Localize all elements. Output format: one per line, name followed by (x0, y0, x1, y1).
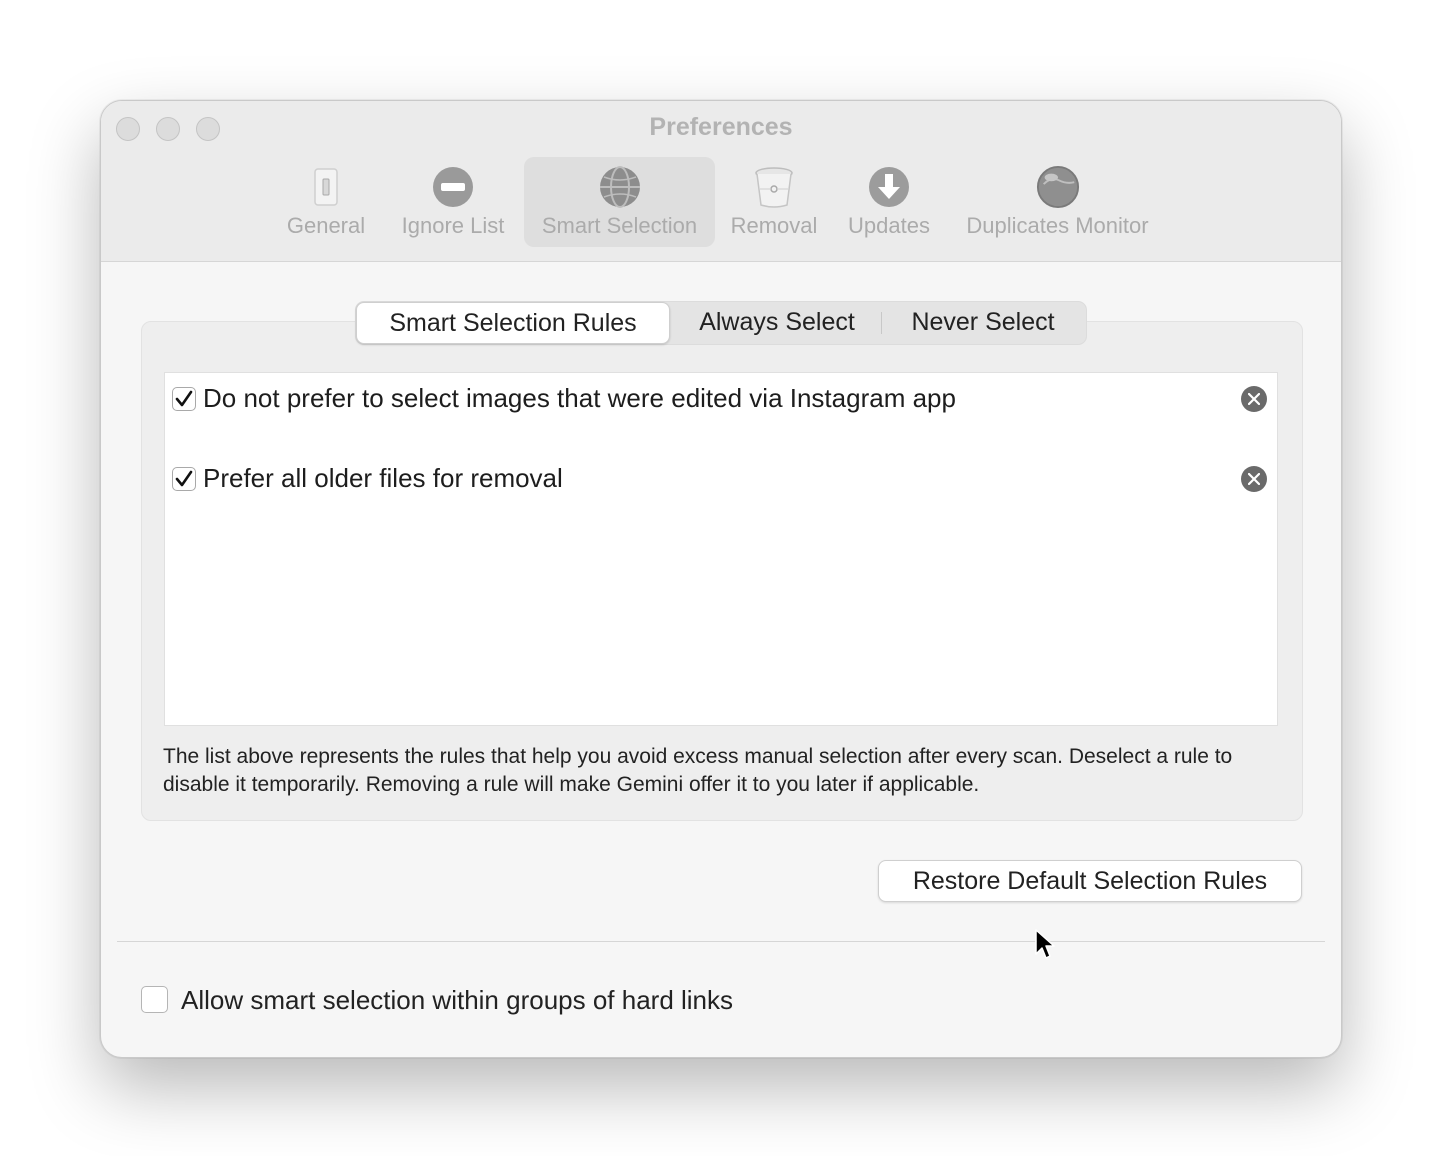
globe-icon (598, 165, 642, 209)
window-title: Preferences (649, 113, 793, 141)
toolbar-item-general[interactable]: General (281, 157, 371, 247)
restore-default-rules-button[interactable]: Restore Default Selection Rules (878, 860, 1302, 902)
mouse-pointer-icon (1034, 928, 1056, 967)
rule-text: Do not prefer to select images that were… (203, 383, 956, 413)
toolbar-label-duplicates-monitor: Duplicates Monitor (966, 213, 1149, 238)
toolbar-item-duplicates-monitor[interactable]: Duplicates Monitor (955, 157, 1160, 247)
preferences-window: Preferences General Ignore List Smart Se… (100, 100, 1342, 1058)
toolbar-label-general: General (286, 213, 366, 238)
tab-smart-selection-rules[interactable]: Smart Selection Rules (356, 302, 670, 344)
hard-links-checkbox[interactable] (141, 986, 168, 1013)
tab-never-select[interactable]: Never Select (883, 302, 1083, 344)
divider (117, 941, 1325, 942)
close-icon (1248, 473, 1260, 485)
remove-rule-button[interactable] (1241, 466, 1267, 492)
monitor-sphere-icon (1036, 165, 1080, 209)
checkmark-icon (175, 470, 193, 487)
toolbar-item-removal[interactable]: Removal (726, 157, 822, 247)
download-arrow-icon (867, 165, 911, 209)
tab-always-select[interactable]: Always Select (674, 302, 880, 344)
trash-icon (752, 165, 796, 209)
switch-icon (304, 165, 348, 209)
toolbar-item-ignore-list[interactable]: Ignore List (393, 157, 513, 247)
titlebar: Preferences General Ignore List Smart Se… (101, 101, 1341, 262)
rule-text: Prefer all older files for removal (203, 463, 563, 493)
toolbar-label-updates: Updates (848, 213, 930, 238)
toolbar-item-updates[interactable]: Updates (841, 157, 937, 247)
hard-links-label: Allow smart selection within groups of h… (181, 985, 734, 1015)
list-item: Prefer all older files for removal (165, 453, 1277, 493)
remove-rule-button[interactable] (1241, 386, 1267, 412)
rule-checkbox[interactable] (172, 467, 196, 491)
rules-tab-control: Smart Selection Rules Always Select Neve… (355, 301, 1087, 345)
toolbar-item-smart-selection[interactable]: Smart Selection (524, 157, 715, 247)
list-item: Do not prefer to select images that were… (165, 373, 1277, 413)
toolbar-label-removal: Removal (730, 213, 818, 238)
minus-circle-icon (431, 165, 475, 209)
toolbar-label-ignore-list: Ignore List (401, 213, 505, 238)
tab-divider (881, 312, 882, 334)
toolbar-label-smart-selection: Smart Selection (541, 213, 698, 238)
rules-description: The list above represents the rules that… (163, 745, 1233, 796)
checkmark-icon (175, 390, 193, 407)
rules-list: Do not prefer to select images that were… (164, 372, 1278, 726)
rule-checkbox[interactable] (172, 387, 196, 411)
close-icon (1248, 393, 1260, 405)
